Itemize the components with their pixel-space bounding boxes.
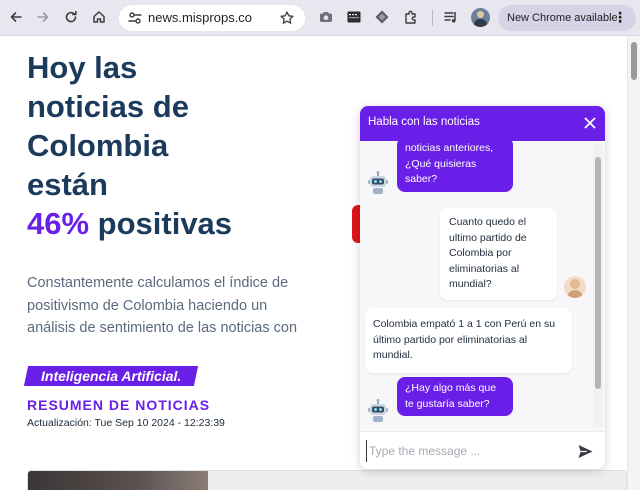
media-controls-icon[interactable]: [443, 9, 459, 25]
ai-badge: Inteligencia Artificial.: [23, 366, 199, 386]
terminal-extension-icon[interactable]: [346, 9, 362, 25]
extensions-puzzle-icon[interactable]: [403, 9, 419, 25]
home-icon: [93, 11, 105, 23]
home-button[interactable]: [88, 6, 110, 28]
positivity-percent: 46%: [27, 206, 90, 241]
chat-scrollbar-thumb[interactable]: [595, 157, 601, 389]
chat-title: Habla con las noticias: [368, 116, 480, 128]
chat-message-bot: Colombia empató 1 a 1 con Perú en su últ…: [365, 308, 572, 373]
new-chrome-available-button[interactable]: New Chrome available ⋮: [498, 5, 636, 31]
profile-avatar[interactable]: [471, 8, 490, 27]
address-bar[interactable]: news.misprops.co: [119, 5, 305, 31]
hero-title-line: noticias de: [27, 89, 189, 124]
hero-title-line: están: [27, 167, 108, 202]
update-label: New Chrome available: [507, 12, 618, 24]
browser-toolbar: news.misprops.co New Chrome available ⋮: [0, 0, 640, 36]
chat-message-user: Cuanto quedo el ultimo partido de Colomb…: [440, 208, 557, 300]
arrow-left-icon: [10, 12, 22, 22]
bookmark-star-icon[interactable]: [279, 10, 295, 26]
hero-title-line: Hoy las: [27, 50, 138, 85]
reload-icon: [65, 10, 77, 23]
close-icon[interactable]: [583, 116, 597, 130]
robot-icon: [368, 399, 388, 422]
chat-header: Habla con las noticias: [360, 106, 605, 141]
camera-icon[interactable]: [318, 9, 334, 25]
chat-input-row: [360, 431, 605, 469]
chat-messages[interactable]: noticias anteriores, ¿Qué quisieras sabe…: [360, 141, 605, 431]
news-summary-heading: RESUMEN DE NOTICIAS: [27, 397, 211, 413]
update-timestamp-label: Actualización:: [27, 417, 95, 429]
chat-widget: Habla con las noticias noticias anterior…: [360, 106, 605, 469]
hero-title-tail: positivas: [89, 206, 233, 241]
chat-message-input[interactable]: [366, 440, 566, 462]
update-timestamp-value: Tue Sep 10 2024 - 12:23:39: [94, 417, 225, 429]
url-text[interactable]: news.misprops.co: [148, 10, 252, 26]
news-photo-image: [28, 471, 208, 490]
hero-description: Constantemente calculamos el índice de p…: [27, 275, 298, 336]
site-settings-icon[interactable]: [127, 10, 143, 26]
page-scrollbar-thumb[interactable]: [631, 42, 637, 80]
forward-button[interactable]: [32, 6, 54, 28]
arrow-right-icon: [37, 12, 49, 22]
hero-title-line: 46% positivas: [27, 204, 347, 243]
ai-badge-label: Inteligencia Artificial.: [40, 368, 182, 384]
update-timestamp: Actualización: Tue Sep 10 2024 - 12:23:3…: [27, 417, 225, 429]
news-photo[interactable]: [27, 470, 627, 490]
send-icon[interactable]: [577, 443, 594, 460]
user-avatar: [564, 276, 586, 298]
chat-message-bot: noticias anteriores, ¿Qué quisieras sabe…: [397, 141, 513, 192]
hero-title: Hoy las noticias de Colombia están 46% p…: [27, 48, 347, 243]
hero-title-line: Colombia: [27, 128, 169, 163]
robot-icon: [368, 171, 388, 194]
more-menu-icon[interactable]: ⋮: [613, 9, 627, 25]
reload-button[interactable]: [60, 6, 82, 28]
toolbar-separator: [432, 10, 433, 26]
chat-message-bot: ¿Hay algo más que te gustaría saber?: [397, 377, 513, 416]
page-scrollbar[interactable]: [627, 36, 640, 490]
back-button[interactable]: [5, 6, 27, 28]
diamond-extension-icon[interactable]: [374, 9, 390, 25]
chat-scrollbar[interactable]: [593, 144, 603, 427]
